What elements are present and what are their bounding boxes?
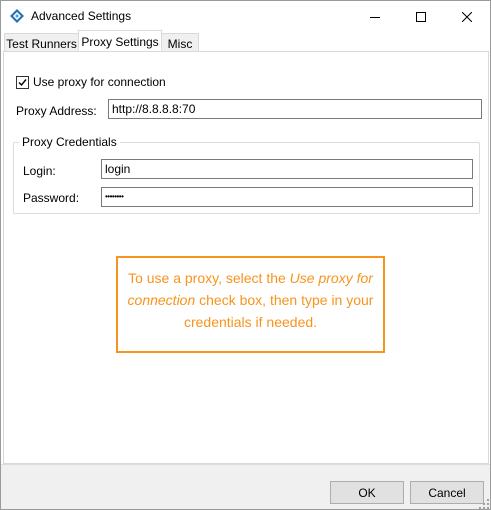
maximize-icon	[416, 11, 426, 22]
close-icon	[462, 11, 472, 22]
login-field[interactable]: login	[101, 159, 473, 179]
password-label: Password:	[23, 191, 80, 205]
help-callout: To use a proxy, select the Use proxy for…	[116, 256, 385, 353]
title-bar: Advanced Settings	[1, 1, 490, 32]
proxy-address-label: Proxy Address:	[16, 104, 97, 118]
maximize-button[interactable]	[398, 1, 444, 32]
resize-grip-icon[interactable]	[479, 498, 489, 509]
callout-text-before: To use a proxy, select the	[128, 270, 290, 286]
proxy-credentials-title: Proxy Credentials	[19, 135, 120, 149]
minimize-icon	[370, 16, 380, 18]
proxy-address-field[interactable]: http://8.8.8.8:70	[108, 99, 482, 119]
use-proxy-label: Use proxy for connection	[33, 75, 166, 89]
cancel-button[interactable]: Cancel	[410, 481, 484, 504]
callout-text-after: check box, then type in your credentials…	[183, 292, 374, 330]
close-button[interactable]	[444, 1, 490, 32]
password-field[interactable]: ••••••••	[101, 187, 473, 207]
advanced-settings-window: Advanced Settings Test Runners Misc Prox…	[0, 0, 491, 510]
checkmark-icon	[18, 78, 27, 86]
settings-app-icon	[9, 8, 25, 24]
ok-button[interactable]: OK	[330, 481, 404, 504]
login-label: Login:	[23, 164, 56, 178]
use-proxy-row[interactable]: Use proxy for connection	[16, 74, 166, 90]
minimize-button[interactable]	[352, 1, 398, 32]
tab-test-runners[interactable]: Test Runners	[4, 33, 79, 53]
tab-proxy-settings[interactable]: Proxy Settings	[78, 30, 162, 51]
tab-strip: Test Runners Misc Proxy Settings	[1, 30, 490, 53]
window-title: Advanced Settings	[31, 9, 132, 23]
tab-misc[interactable]: Misc	[161, 33, 199, 53]
use-proxy-checkbox[interactable]	[16, 75, 29, 89]
